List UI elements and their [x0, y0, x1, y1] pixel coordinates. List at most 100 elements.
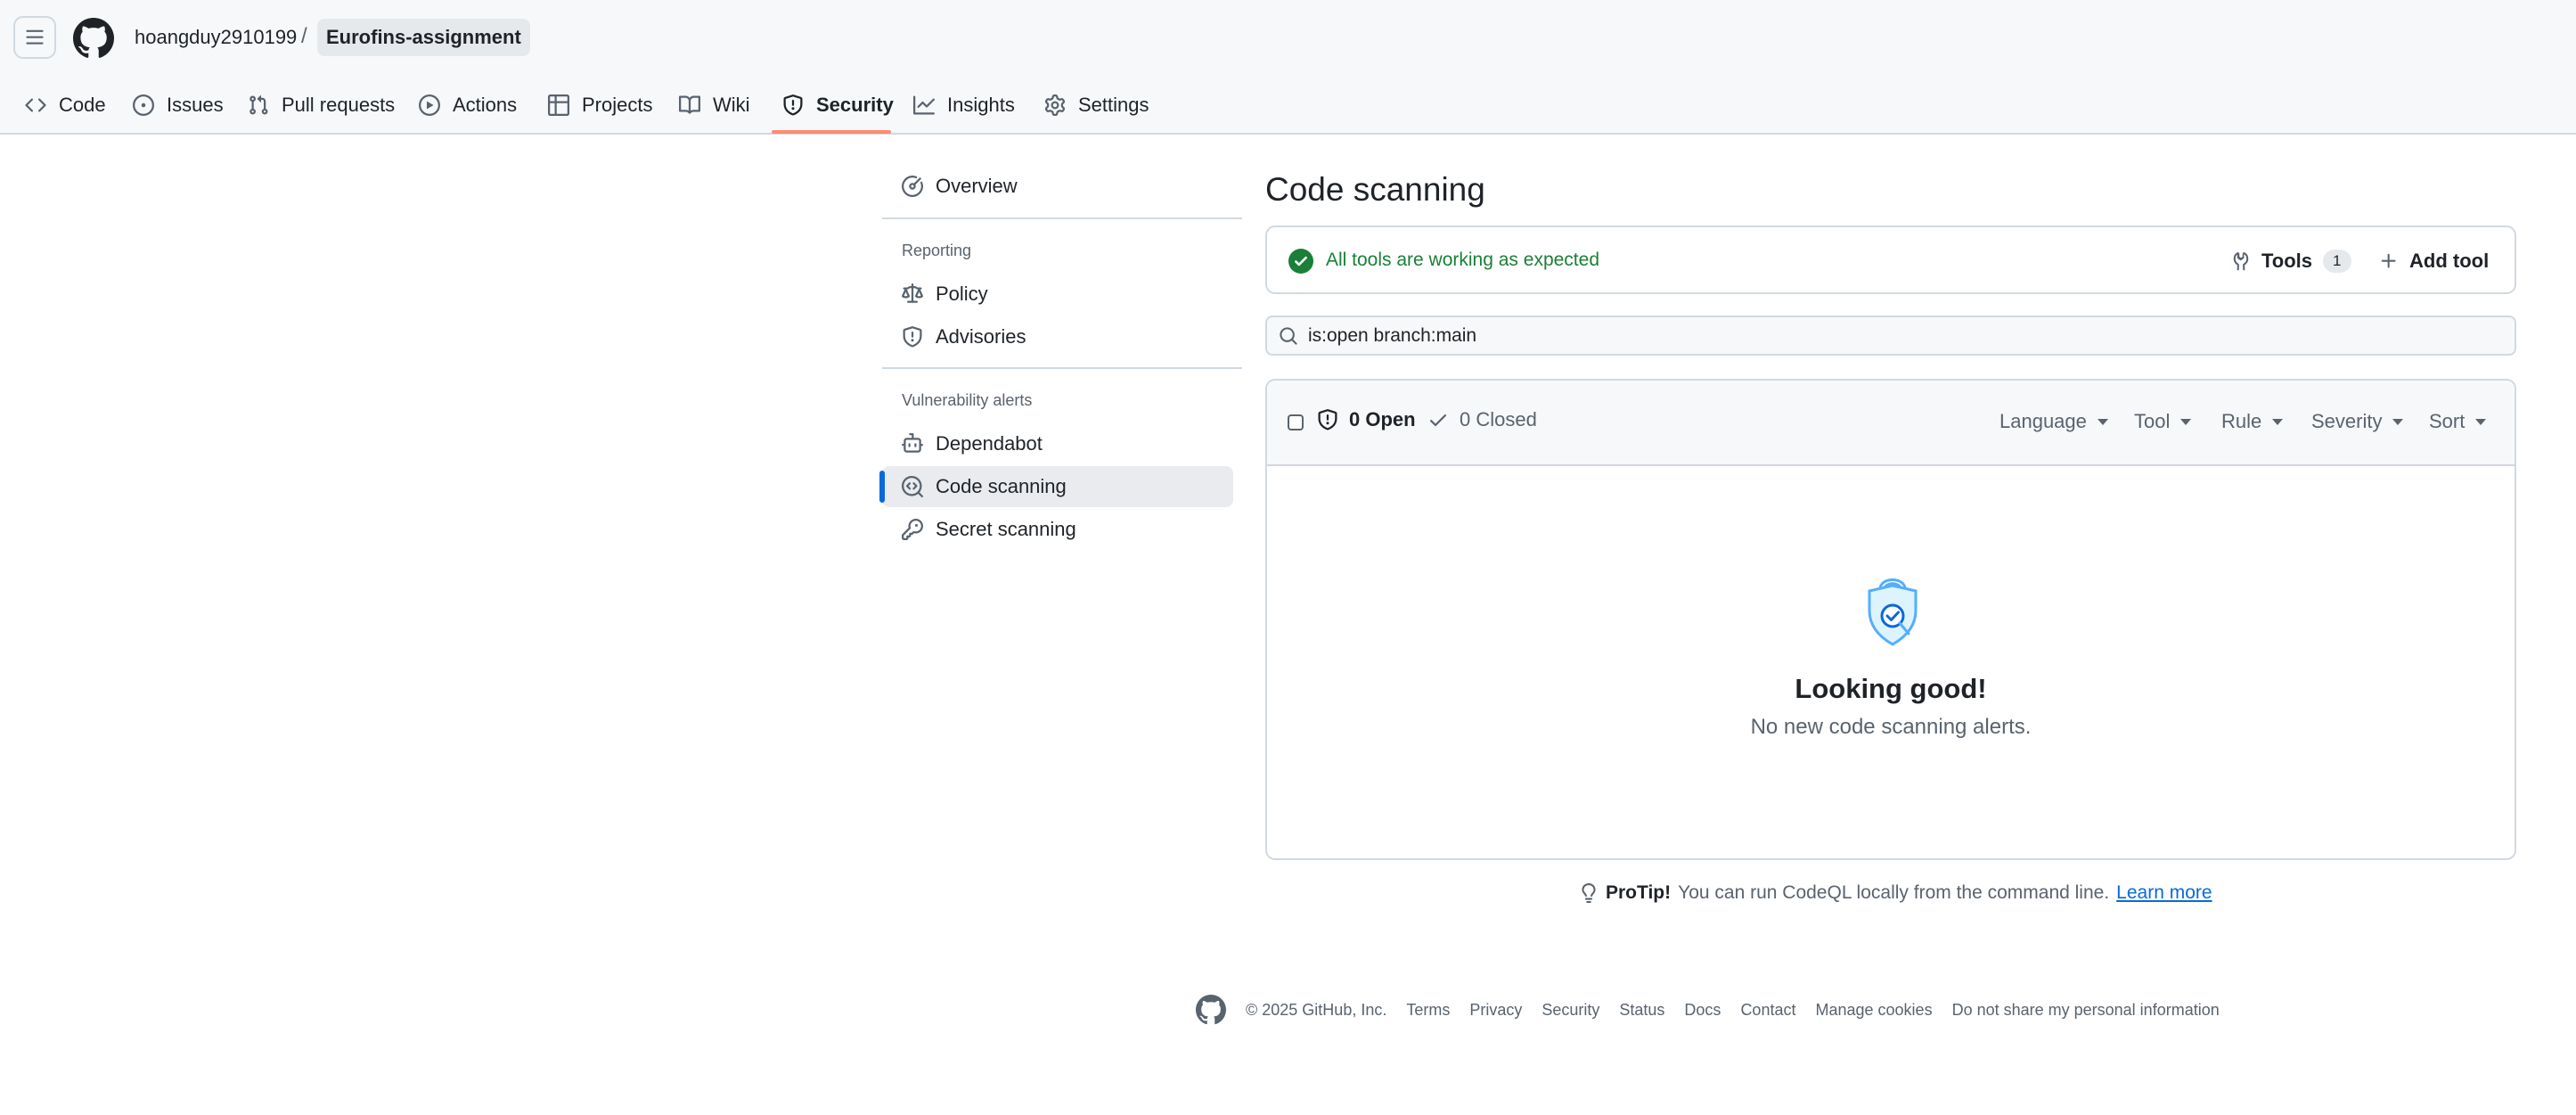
select-all-checkbox[interactable]: [1288, 414, 1304, 430]
closed-alerts-label: 0 Closed: [1460, 408, 1537, 430]
tab-code-label: Code: [59, 94, 106, 116]
triangle-down-icon: [2392, 418, 2404, 425]
shield-icon: [903, 326, 922, 348]
sidebar-item-overview[interactable]: Overview: [882, 166, 1233, 207]
open-alerts-filter[interactable]: 0 Open: [1317, 408, 1416, 431]
tab-pull-requests[interactable]: Pull requests: [237, 77, 405, 134]
check-circle-fill-icon: [1288, 249, 1313, 274]
footer-link-do-not-share[interactable]: Do not share my personal information: [1952, 1001, 2220, 1020]
sidebar-item-dependabot-label: Dependabot: [936, 432, 1043, 455]
triangle-down-icon: [2272, 418, 2284, 425]
git-pull-request-icon: [249, 94, 268, 115]
play-icon: [419, 94, 440, 116]
breadcrumb-repo-link[interactable]: Eurofins-assignment: [317, 19, 530, 56]
language-filter-label: Language: [1999, 410, 2087, 432]
sidebar-item-dependabot[interactable]: Dependabot: [882, 423, 1233, 464]
rule-filter-dropdown[interactable]: Rule: [2221, 410, 2284, 433]
triangle-down-icon: [2097, 418, 2108, 425]
search-icon: [1280, 327, 1297, 345]
footer-link-docs[interactable]: Docs: [1684, 1001, 1721, 1020]
hamburger-menu-button[interactable]: [13, 16, 56, 59]
breadcrumb-owner-link[interactable]: hoangduy2910199: [135, 26, 297, 49]
github-logo-icon[interactable]: [1196, 995, 1226, 1025]
tool-filter-label: Tool: [2134, 410, 2171, 432]
meter-icon: [902, 176, 923, 197]
tab-projects[interactable]: Projects: [537, 77, 663, 134]
dependabot-icon: [902, 433, 923, 453]
three-bars-icon: [26, 29, 44, 45]
footer-link-status[interactable]: Status: [1619, 1001, 1664, 1020]
tools-button[interactable]: Tools 1: [2220, 242, 2362, 281]
footer-link-terms[interactable]: Terms: [1406, 1001, 1450, 1020]
language-filter-dropdown[interactable]: Language: [1999, 410, 2108, 433]
sidebar-item-code-scanning[interactable]: Code scanning: [882, 466, 1233, 507]
learn-more-link[interactable]: Learn more: [2116, 882, 2212, 904]
rule-filter-label: Rule: [2221, 410, 2262, 432]
tab-actions[interactable]: Actions: [408, 77, 527, 134]
header-top-row: hoangduy2910199 / Eurofins-assignment: [0, 0, 2576, 77]
tab-issues[interactable]: Issues: [122, 77, 234, 134]
footer-link-contact[interactable]: Contact: [1740, 1001, 1795, 1020]
footer-link-privacy[interactable]: Privacy: [1469, 1001, 1522, 1020]
footer-copyright: © 2025 GitHub, Inc.: [1246, 1000, 1387, 1019]
sidebar-active-indicator: [879, 471, 885, 503]
issue-opened-icon: [133, 94, 154, 116]
footer: © 2025 GitHub, Inc. Terms Privacy Securi…: [1196, 995, 2220, 1025]
active-tab-underline: [772, 130, 891, 134]
open-alerts-label: 0 Open: [1349, 408, 1416, 430]
sort-dropdown[interactable]: Sort: [2429, 410, 2487, 433]
alerts-search-box: [1265, 316, 2516, 356]
page-title: Code scanning: [1265, 171, 1485, 208]
github-logo-icon[interactable]: [73, 18, 114, 59]
sidebar-divider: [882, 217, 1242, 219]
tab-code[interactable]: Code: [14, 77, 117, 134]
table-icon: [548, 94, 569, 116]
tab-issues-label: Issues: [167, 94, 224, 116]
tab-security[interactable]: Security: [772, 77, 904, 134]
protip-label: ProTip!: [1606, 882, 1672, 903]
sidebar-item-policy[interactable]: Policy: [882, 274, 1233, 315]
tab-settings[interactable]: Settings: [1034, 77, 1160, 134]
protip: ProTip! You can run CodeQL locally from …: [1579, 882, 2212, 904]
tab-pull-requests-label: Pull requests: [282, 94, 396, 116]
footer-link-security[interactable]: Security: [1542, 1001, 1599, 1020]
triangle-down-icon: [2180, 418, 2192, 425]
sort-dropdown-label: Sort: [2429, 410, 2466, 432]
gear-icon: [1044, 94, 1066, 116]
tab-actions-label: Actions: [453, 94, 518, 116]
add-tool-button-label: Add tool: [2409, 250, 2490, 272]
graph-icon: [913, 95, 935, 115]
tab-settings-label: Settings: [1078, 94, 1149, 116]
closed-alerts-filter[interactable]: 0 Closed: [1427, 408, 1537, 431]
sidebar-item-advisories[interactable]: Advisories: [882, 316, 1233, 357]
tool-filter-dropdown[interactable]: Tool: [2134, 410, 2192, 433]
blank-state-title: Looking good!: [1795, 673, 1987, 704]
app-header: hoangduy2910199 / Eurofins-assignment Co…: [0, 0, 2576, 135]
severity-filter-dropdown[interactable]: Severity: [2311, 410, 2404, 433]
sidebar-item-overview-label: Overview: [936, 175, 1018, 197]
sidebar-item-secret-scanning[interactable]: Secret scanning: [882, 509, 1233, 550]
alerts-results-header: 0 Open 0 Closed Language Tool Rule Sever…: [1267, 381, 2515, 466]
tab-insights[interactable]: Insights: [903, 77, 1026, 134]
tools-button-label: Tools: [2261, 250, 2313, 272]
law-icon: [902, 283, 923, 303]
tool-status-text: All tools are working as expected: [1326, 250, 1599, 270]
book-icon: [679, 95, 700, 114]
breadcrumb-separator: /: [301, 24, 307, 48]
sidebar-heading-vulnerability-alerts: Vulnerability alerts: [902, 391, 1033, 409]
tab-security-label: Security: [816, 94, 894, 116]
light-bulb-icon: [1582, 883, 1596, 903]
footer-link-manage-cookies[interactable]: Manage cookies: [1815, 1001, 1932, 1020]
tab-wiki[interactable]: Wiki: [668, 77, 761, 134]
tools-count-badge: 1: [2323, 250, 2351, 273]
alerts-search-input[interactable]: [1308, 317, 2502, 354]
check-icon: [1430, 414, 1446, 427]
add-tool-button[interactable]: Add tool: [2368, 242, 2499, 281]
sidebar-item-advisories-label: Advisories: [936, 325, 1026, 348]
repository-tabs: Code Issues Pull requests Actions Projec…: [0, 77, 2576, 134]
tab-wiki-label: Wiki: [713, 94, 750, 116]
sidebar-item-secret-scanning-label: Secret scanning: [936, 518, 1076, 540]
sidebar-item-policy-label: Policy: [936, 283, 988, 305]
triangle-down-icon: [2475, 418, 2487, 425]
sidebar-heading-reporting: Reporting: [902, 242, 972, 259]
